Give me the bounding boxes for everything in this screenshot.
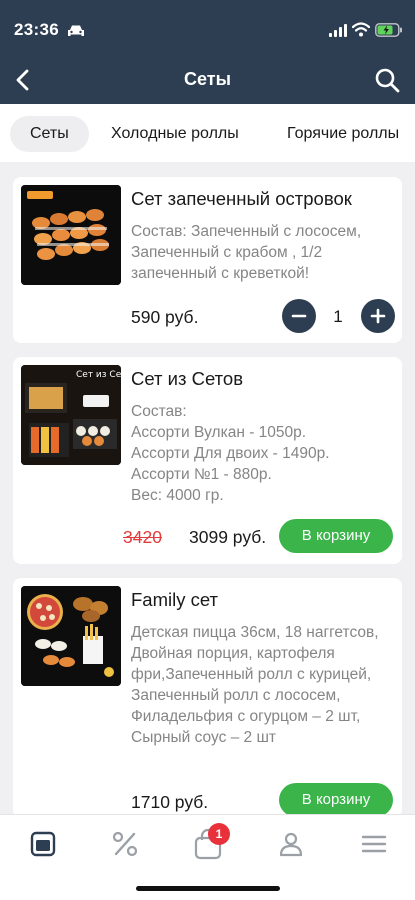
wifi-icon	[352, 22, 370, 37]
product-name: Сет запеченный островок	[131, 188, 352, 209]
status-time: 23:36	[14, 20, 59, 39]
product-price: 1710 руб.	[131, 792, 209, 812]
cart-badge: 1	[208, 823, 230, 845]
product-description: Детская пицца 36см, 18 наггетсов, Двойна…	[131, 624, 379, 746]
tab-sets[interactable]: Сеты	[10, 116, 89, 152]
add-to-cart-button[interactable]: В корзину	[279, 783, 393, 817]
product-name: Family сет	[131, 589, 219, 610]
discount-icon[interactable]	[108, 827, 142, 861]
minus-icon	[291, 314, 307, 318]
plus-icon	[370, 308, 386, 324]
product-image[interactable]	[21, 185, 121, 285]
product-price: 3099 руб.	[189, 527, 267, 547]
decrease-quantity-button[interactable]	[282, 299, 316, 333]
car-icon	[68, 25, 84, 36]
product-card[interactable]: Сет запеченный островок Состав: Запеченн…	[13, 177, 402, 343]
product-image[interactable]	[21, 586, 121, 686]
product-card[interactable]: Сет из Сетов Сет из Сетов Состав: Ассорт…	[13, 357, 402, 564]
category-tabs: Сеты Холодные роллы Горячие роллы	[0, 104, 415, 162]
tab-cold-rolls[interactable]: Холодные роллы	[111, 116, 239, 152]
product-description: Состав: Ассорти Вулкан - 1050р. Ассорти …	[131, 403, 330, 504]
home-indicator	[136, 886, 280, 891]
product-price: 590 руб.	[131, 307, 199, 327]
app-header: 23:36 Сеты	[0, 0, 415, 104]
nav-bar: Сеты	[0, 62, 415, 98]
profile-icon[interactable]	[274, 827, 308, 861]
quantity-value: 1	[333, 307, 343, 326]
product-card[interactable]: Family сет Детская пицца 36см, 18 наггет…	[13, 578, 402, 818]
product-image[interactable]: Сет из Сетов	[21, 365, 121, 465]
increase-quantity-button[interactable]	[361, 299, 395, 333]
add-to-cart-button[interactable]: В корзину	[279, 519, 393, 553]
product-name: Сет из Сетов	[131, 368, 244, 389]
hamburger-icon[interactable]	[357, 827, 391, 861]
product-old-price: 3420	[123, 527, 162, 547]
image-caption: Сет из Сетов	[76, 370, 121, 380]
product-description: Состав: Запеченный с лососем, Запеченный…	[131, 223, 362, 282]
tab-hot-rolls[interactable]: Горячие роллы	[287, 116, 399, 152]
battery-icon	[375, 23, 402, 37]
search-icon[interactable]	[373, 66, 401, 94]
signal-icon	[329, 24, 347, 37]
status-bar: 23:36	[0, 18, 415, 42]
page-title: Сеты	[184, 69, 231, 89]
menu-icon[interactable]	[26, 827, 60, 861]
